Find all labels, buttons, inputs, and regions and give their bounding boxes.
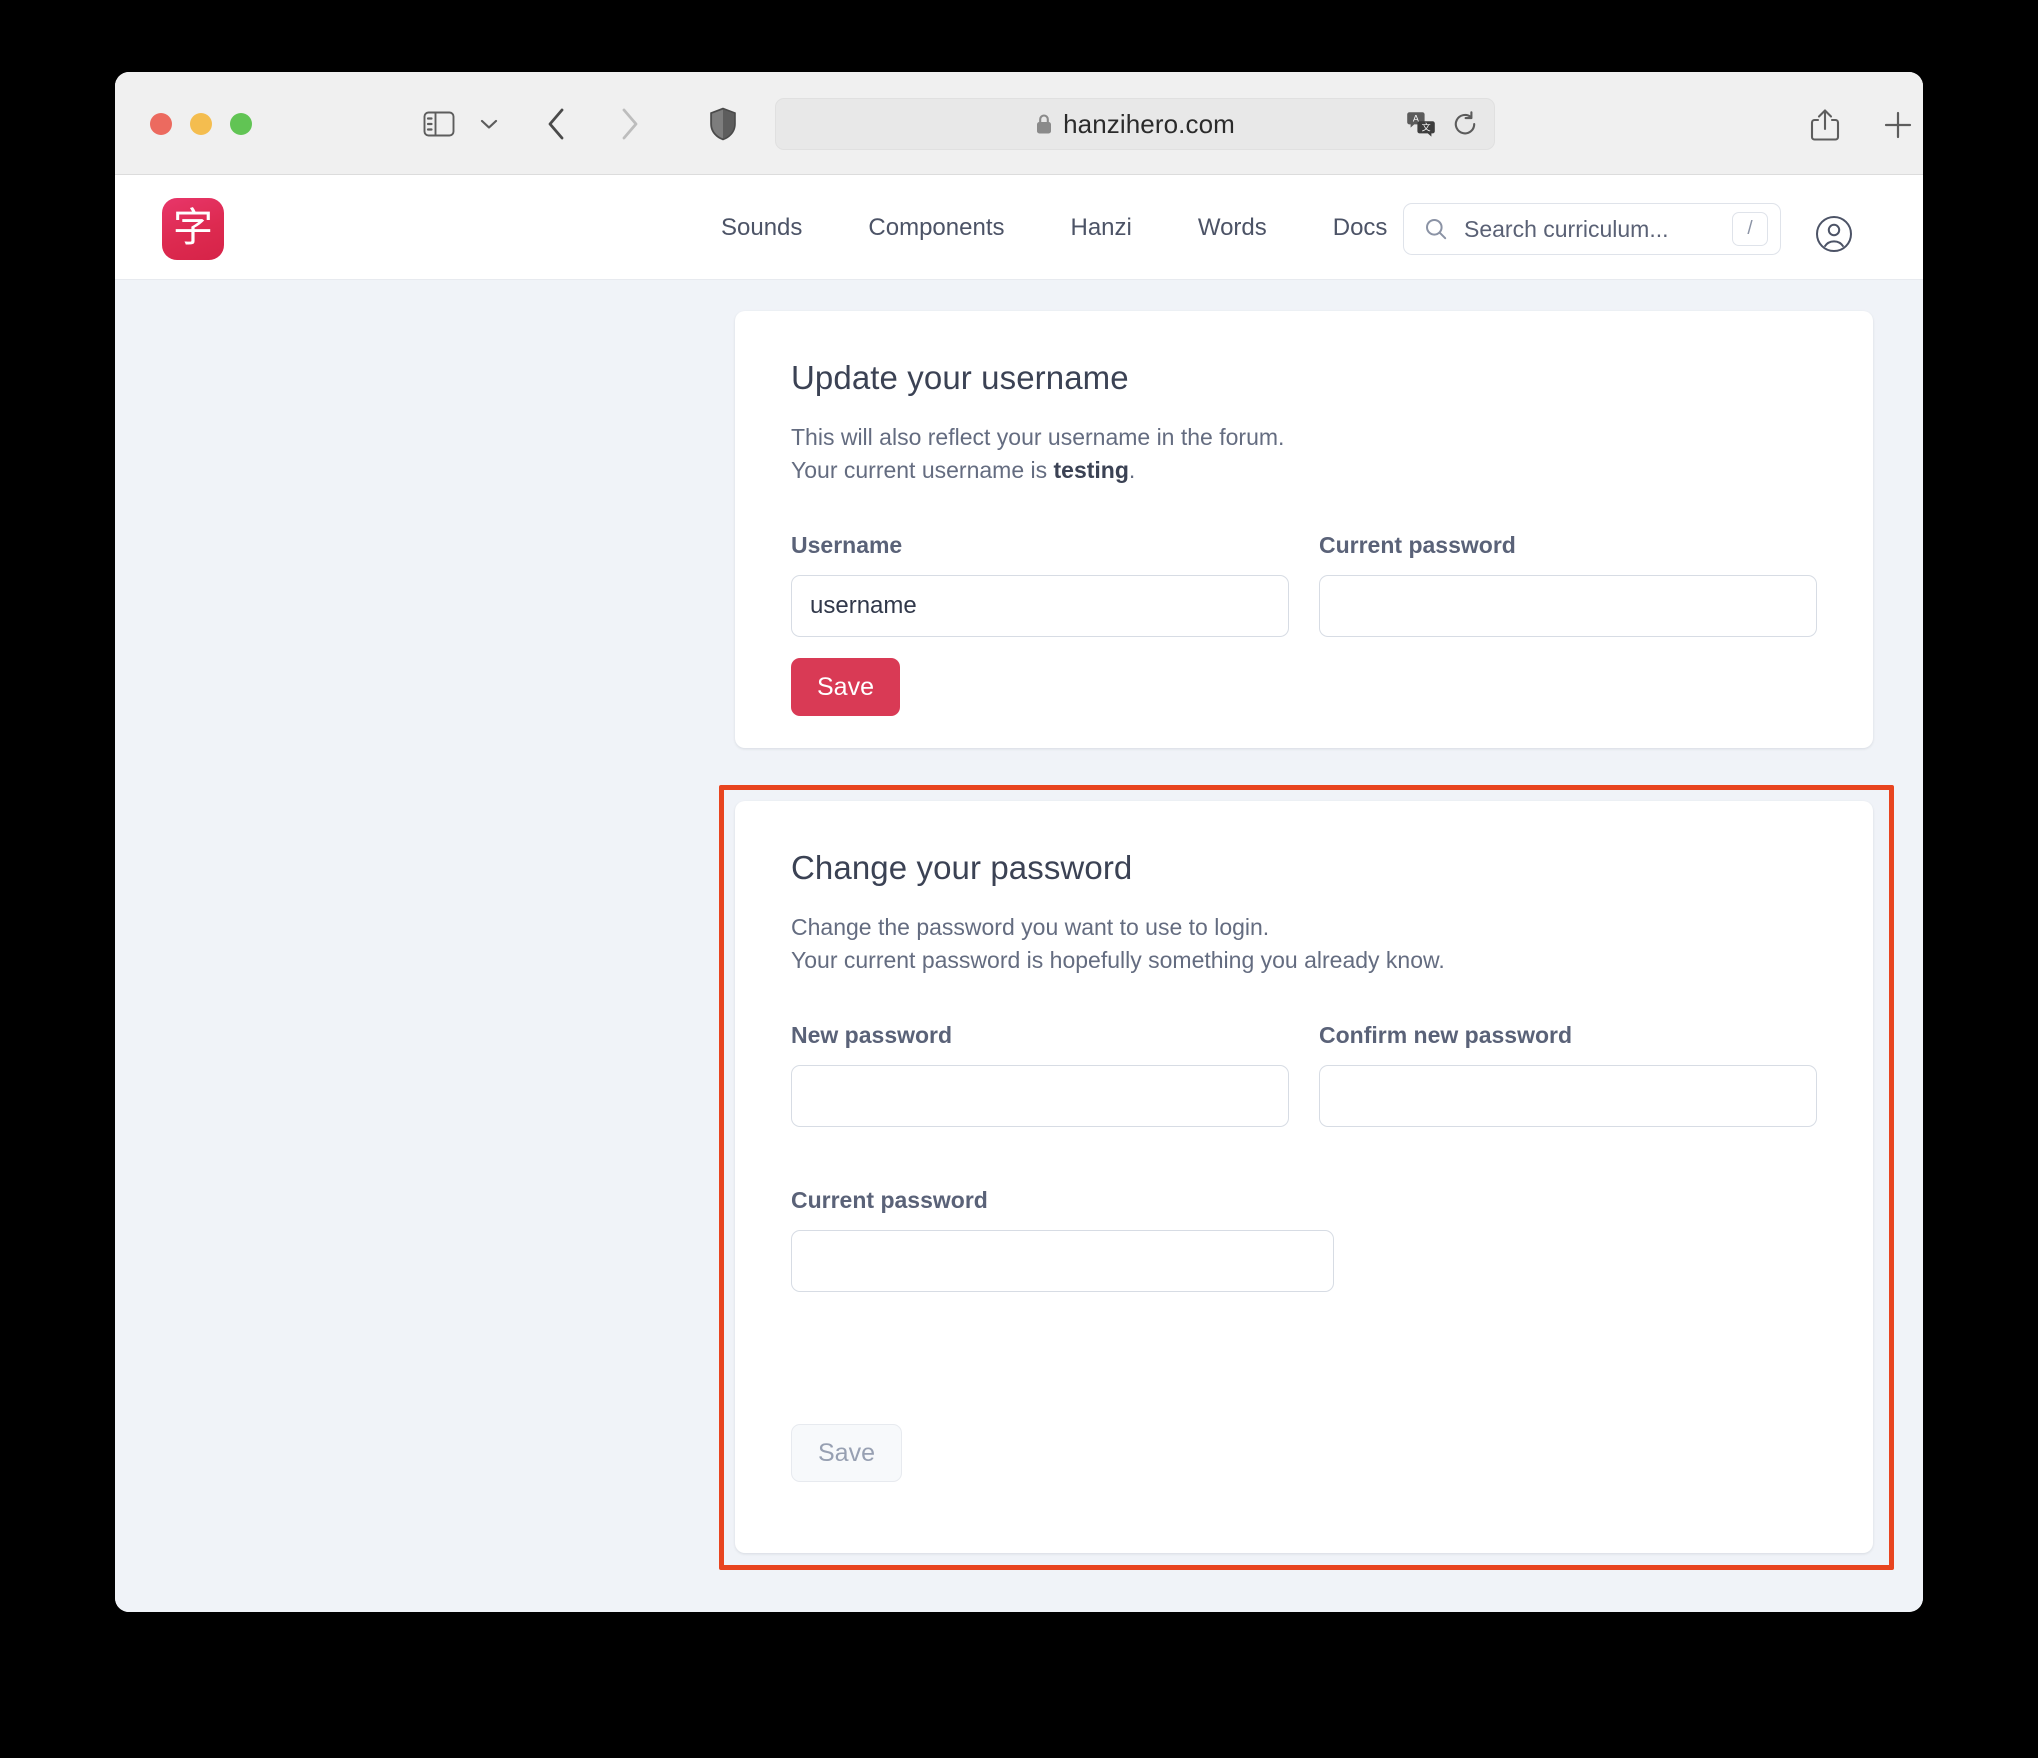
update-username-card: Update your username This will also refl… — [735, 311, 1873, 748]
nav-item-sounds[interactable]: Sounds — [688, 214, 835, 242]
confirm-new-password-input[interactable] — [1319, 1065, 1817, 1128]
lock-icon — [1035, 113, 1053, 135]
sidebar-toggle-icon[interactable] — [420, 108, 458, 140]
change-password-current-password-group: Current password — [791, 1187, 1334, 1292]
update-username-title: Update your username — [791, 359, 1129, 396]
nav-item-words[interactable]: Words — [1165, 214, 1300, 242]
username-label: Username — [791, 532, 903, 559]
search-input[interactable]: Search curriculum... / — [1403, 203, 1781, 255]
share-icon[interactable] — [1807, 106, 1843, 144]
change-password-current-password-label: Current password — [791, 1187, 988, 1213]
translate-icon[interactable]: A 文 — [1406, 111, 1436, 137]
username-field-row: Username Current password — [791, 532, 1817, 638]
zoom-window-button[interactable] — [230, 113, 252, 135]
search-icon — [1424, 217, 1448, 241]
url-text: hanzihero.com — [1063, 108, 1235, 139]
update-username-desc-line2: Your current username is testing. — [791, 454, 1817, 487]
chevron-down-icon[interactable] — [477, 112, 501, 136]
minimize-window-button[interactable] — [190, 113, 212, 135]
new-password-input[interactable] — [791, 1065, 1289, 1128]
username-current-password-input[interactable] — [1319, 575, 1817, 638]
save-username-button[interactable]: Save — [791, 658, 900, 716]
current-username-value: testing — [1053, 456, 1129, 483]
update-username-desc-line1: This will also reflect your username in … — [791, 424, 1285, 450]
main-navigation: Sounds Components Hanzi Words Docs — [688, 175, 1420, 280]
forward-arrow-icon[interactable] — [612, 106, 646, 142]
new-password-field-row: New password Confirm new password — [791, 1022, 1817, 1128]
browser-window: hanzihero.com A 文 字 Sounds Components Ha… — [115, 72, 1923, 1612]
nav-item-components[interactable]: Components — [835, 214, 1037, 242]
change-password-title: Change your password — [791, 849, 1133, 886]
change-password-description: Change the password you want to use to l… — [791, 911, 1817, 976]
browser-toolbar: hanzihero.com A 文 — [115, 72, 1923, 175]
change-password-desc-line2: Your current password is hopefully somet… — [791, 946, 1445, 973]
new-tab-plus-icon[interactable] — [1881, 108, 1915, 142]
search-shortcut-badge: / — [1732, 212, 1768, 246]
desc-prefix: Your current username is — [791, 456, 1054, 483]
close-window-button[interactable] — [150, 113, 172, 135]
desc-suffix: . — [1128, 456, 1136, 483]
logo-glyph: 字 — [173, 204, 213, 251]
confirm-new-password-field-group: Confirm new password — [1319, 1022, 1817, 1128]
update-username-description: This will also reflect your username in … — [791, 421, 1817, 486]
username-current-password-label: Current password — [1319, 532, 1516, 559]
change-password-card: Change your password Change the password… — [735, 801, 1873, 1553]
user-account-icon[interactable] — [1815, 215, 1853, 253]
svg-text:文: 文 — [1422, 122, 1431, 134]
save-password-button[interactable]: Save — [791, 1424, 902, 1482]
nav-item-hanzi[interactable]: Hanzi — [1037, 214, 1164, 242]
site-logo[interactable]: 字 — [162, 198, 224, 260]
url-bar-actions: A 文 — [1406, 111, 1478, 137]
page-content: Update your username This will also refl… — [115, 280, 1923, 1612]
change-password-desc-line1: Change the password you want to use to l… — [791, 914, 1270, 940]
username-current-password-group: Current password — [1319, 532, 1817, 638]
username-input[interactable] — [791, 575, 1289, 638]
search-placeholder-text: Search curriculum... — [1464, 215, 1669, 242]
url-address-bar[interactable]: hanzihero.com A 文 — [775, 98, 1495, 150]
confirm-new-password-label: Confirm new password — [1319, 1022, 1573, 1049]
new-password-label: New password — [791, 1022, 953, 1049]
new-password-field-group: New password — [791, 1022, 1289, 1128]
privacy-shield-icon[interactable] — [707, 106, 739, 142]
reload-icon[interactable] — [1452, 111, 1478, 137]
change-password-current-password-input[interactable] — [791, 1230, 1334, 1292]
window-traffic-lights — [150, 113, 252, 135]
username-field-group: Username — [791, 532, 1289, 638]
back-arrow-icon[interactable] — [540, 106, 574, 142]
site-header: 字 Sounds Components Hanzi Words Docs Sea… — [115, 175, 1923, 280]
